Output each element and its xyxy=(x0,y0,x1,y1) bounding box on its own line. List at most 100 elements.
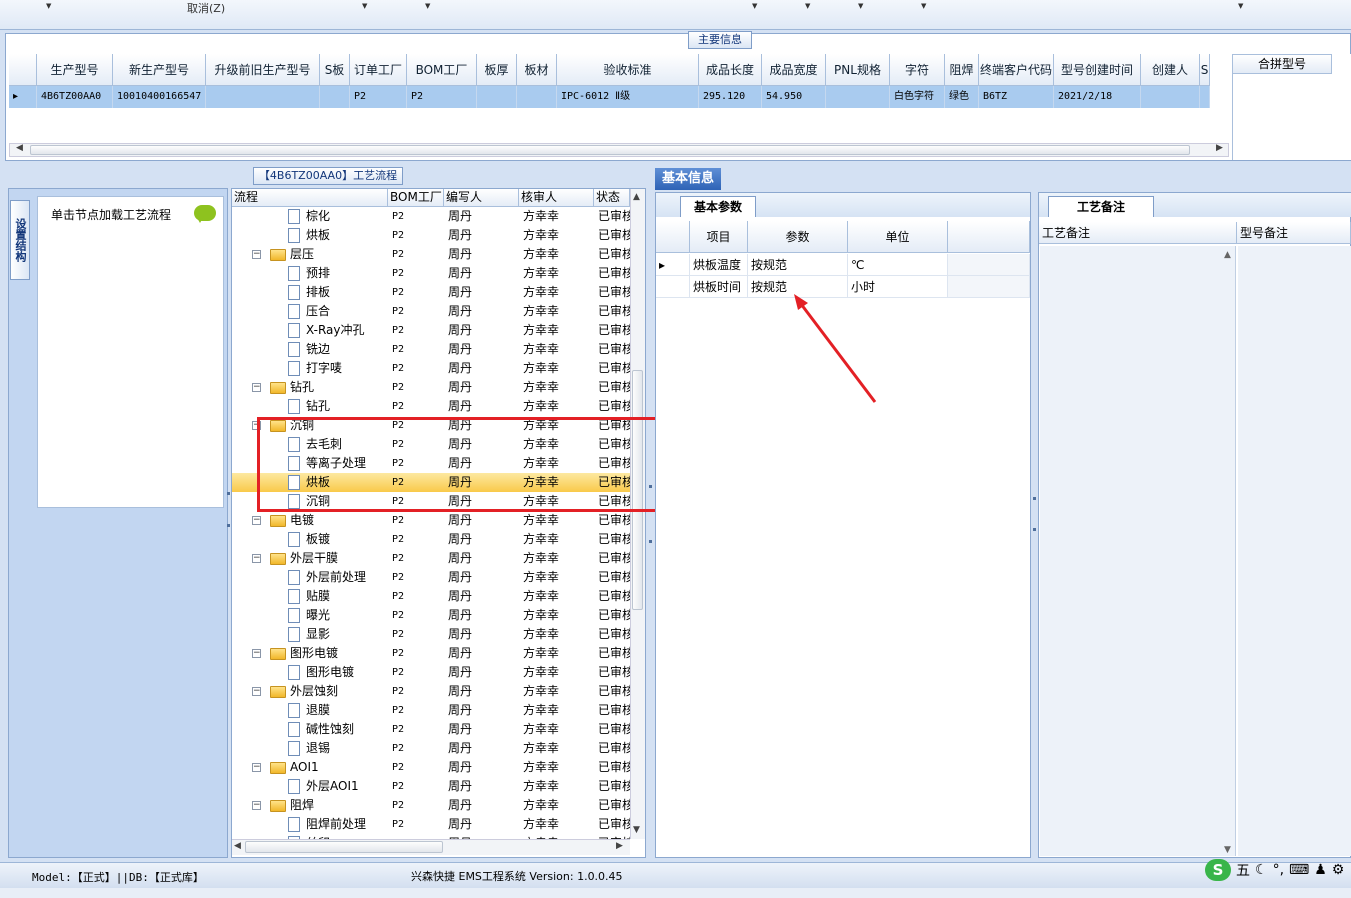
scroll-down-icon[interactable]: ▼ xyxy=(633,825,640,835)
process-tree-title[interactable]: 【4B6TZ00AA0】工艺流程 xyxy=(253,167,403,185)
params-cell-item[interactable]: 烘板温度 xyxy=(690,254,748,276)
dropdown-arrow-icon[interactable]: ▼ xyxy=(362,2,367,10)
collapse-icon[interactable]: − xyxy=(252,763,261,772)
tree-row[interactable]: − 图形电镀 P2 周丹 方幸幸 已审核 xyxy=(232,644,630,663)
scroll-right-icon[interactable]: ▶ xyxy=(1216,143,1223,153)
tree-row[interactable]: − 外层干膜 P2 周丹 方幸幸 已审核 xyxy=(232,549,630,568)
tree-col-header[interactable]: 流程 xyxy=(232,189,388,207)
main-info-tab[interactable]: 主要信息 xyxy=(688,31,752,49)
grid-col-header[interactable]: 板材 xyxy=(517,54,557,86)
tree-row[interactable]: 板镀 P2 周丹 方幸幸 已审核 xyxy=(232,530,630,549)
grid-cell[interactable]: 54.950 xyxy=(762,86,826,108)
grid-cell[interactable]: 白色字符 xyxy=(890,86,945,108)
model-notes-area[interactable] xyxy=(1238,246,1351,856)
scroll-up-icon[interactable]: ▲ xyxy=(1224,250,1231,260)
sogou-logo-icon[interactable]: S xyxy=(1205,859,1231,881)
params-cell-unit[interactable]: ℃ xyxy=(848,254,948,276)
grid-cell[interactable]: 295.120 xyxy=(699,86,762,108)
collapse-icon[interactable]: − xyxy=(252,687,261,696)
params-col-header[interactable]: 项目 xyxy=(690,221,748,253)
scroll-up-icon[interactable]: ▲ xyxy=(633,192,640,202)
collapse-icon[interactable]: − xyxy=(252,516,261,525)
collapse-icon[interactable]: − xyxy=(252,554,261,563)
grid-col-header[interactable]: 新生产型号 xyxy=(113,54,206,86)
tree-row[interactable]: − 钻孔 P2 周丹 方幸幸 已审核 xyxy=(232,378,630,397)
notes-col-header[interactable]: 型号备注 xyxy=(1237,222,1351,244)
grid-cell[interactable] xyxy=(1200,86,1210,108)
grid-cell[interactable] xyxy=(477,86,517,108)
params-col-header[interactable]: 参数 xyxy=(748,221,848,253)
tree-row[interactable]: 铣边 P2 周丹 方幸幸 已审核 xyxy=(232,340,630,359)
structure-tab[interactable]: 设置结构 xyxy=(10,200,30,280)
params-cell-param[interactable]: 按规范 xyxy=(748,254,848,276)
tree-row[interactable]: − 外层蚀刻 P2 周丹 方幸幸 已审核 xyxy=(232,682,630,701)
dropdown-arrow-icon[interactable]: ▼ xyxy=(46,2,51,10)
grid-col-header[interactable]: 终端客户代码 xyxy=(979,54,1054,86)
grid-cell[interactable] xyxy=(826,86,890,108)
splitter-grip[interactable] xyxy=(1033,528,1036,531)
ime-mode[interactable]: 五 xyxy=(1236,860,1250,880)
ime-toolbar[interactable]: S 五 ☾ °, ⌨ ♟ ⚙ xyxy=(1205,855,1351,885)
tree-row[interactable]: 压合 P2 周丹 方幸幸 已审核 xyxy=(232,302,630,321)
scroll-down-icon[interactable]: ▼ xyxy=(1224,845,1231,855)
process-notes-tab[interactable]: 工艺备注 xyxy=(1048,196,1154,217)
grid-col-header[interactable]: 验收标准 xyxy=(557,54,699,86)
grid-cell[interactable]: P2 xyxy=(407,86,477,108)
grid-col-header[interactable]: 生产型号 xyxy=(37,54,113,86)
grid-cell[interactable]: 绿色 xyxy=(945,86,979,108)
tree-row[interactable]: 退锡 P2 周丹 方幸幸 已审核 xyxy=(232,739,630,758)
settings-icon[interactable]: ⚙ xyxy=(1332,862,1345,878)
grid-cell[interactable]: 4B6TZ00AA0 xyxy=(37,86,113,108)
collapse-icon[interactable]: − xyxy=(252,801,261,810)
grid-col-header[interactable]: 创建人 xyxy=(1141,54,1200,86)
tree-row[interactable]: − AOI1 P2 周丹 方幸幸 已审核 xyxy=(232,758,630,777)
dropdown-arrow-icon[interactable]: ▼ xyxy=(921,2,926,10)
tree-row[interactable]: − 阻焊 P2 周丹 方幸幸 已审核 xyxy=(232,796,630,815)
tree-col-header[interactable]: 状态 xyxy=(594,189,630,207)
params-cell-item[interactable]: 烘板时间 xyxy=(690,276,748,298)
grid-col-header[interactable]: 订单工厂 xyxy=(350,54,407,86)
tree-row[interactable]: 外层前处理 P2 周丹 方幸幸 已审核 xyxy=(232,568,630,587)
grid-col-header[interactable]: S xyxy=(1200,54,1210,86)
tree-row[interactable]: − 电镀 P2 周丹 方幸幸 已审核 xyxy=(232,511,630,530)
grid-col-header[interactable]: 成品宽度 xyxy=(762,54,826,86)
grid-cell[interactable]: B6TZ xyxy=(979,86,1054,108)
tree-row[interactable]: 退膜 P2 周丹 方幸幸 已审核 xyxy=(232,701,630,720)
grid-cell[interactable] xyxy=(320,86,350,108)
splitter-grip[interactable] xyxy=(227,524,230,527)
grid-col-header[interactable]: BOM工厂 xyxy=(407,54,477,86)
keyboard-icon[interactable]: ⌨ xyxy=(1289,862,1309,878)
tree-row[interactable]: 碱性蚀刻 P2 周丹 方幸幸 已审核 xyxy=(232,720,630,739)
tree-row[interactable]: X-Ray冲孔 P2 周丹 方幸幸 已审核 xyxy=(232,321,630,340)
basic-params-tab[interactable]: 基本参数 xyxy=(680,196,756,217)
tree-row[interactable]: 打字唛 P2 周丹 方幸幸 已审核 xyxy=(232,359,630,378)
grid-cell[interactable]: IPC-6012 Ⅱ级 xyxy=(557,86,699,108)
moon-icon[interactable]: ☾ xyxy=(1255,862,1268,878)
tree-row[interactable]: 曝光 P2 周丹 方幸幸 已审核 xyxy=(232,606,630,625)
grid-cell[interactable] xyxy=(1141,86,1200,108)
tree-row[interactable]: 贴膜 P2 周丹 方幸幸 已审核 xyxy=(232,587,630,606)
main-grid-hscroll-thumb[interactable] xyxy=(30,145,1190,155)
splitter-grip[interactable] xyxy=(227,492,230,495)
grid-cell[interactable]: 10010400166547 xyxy=(113,86,206,108)
dropdown-arrow-icon[interactable]: ▼ xyxy=(805,2,810,10)
params-col-header[interactable]: 单位 xyxy=(848,221,948,253)
tree-row[interactable]: 排板 P2 周丹 方幸幸 已审核 xyxy=(232,283,630,302)
grid-col-header[interactable]: 型号创建时间 xyxy=(1054,54,1141,86)
grid-col-header[interactable]: S板 xyxy=(320,54,350,86)
tree-row[interactable]: 棕化 P2 周丹 方幸幸 已审核 xyxy=(232,207,630,226)
grid-cell[interactable] xyxy=(517,86,557,108)
dropdown-arrow-icon[interactable]: ▼ xyxy=(858,2,863,10)
params-row[interactable]: ▸ 烘板温度 按规范 ℃ xyxy=(656,254,1030,276)
punctuation-icon[interactable]: °, xyxy=(1273,862,1284,878)
process-notes-area[interactable] xyxy=(1040,246,1236,856)
main-grid-row[interactable]: ▸ 4B6TZ00AA0 10010400166547 P2 P2 IPC-6012 Ⅱ级… xyxy=(9,86,1210,108)
tree-col-header[interactable]: 编写人 xyxy=(444,189,519,207)
grid-col-header[interactable]: 板厚 xyxy=(477,54,517,86)
grid-col-header[interactable]: 成品长度 xyxy=(699,54,762,86)
tree-row[interactable]: 钻孔 P2 周丹 方幸幸 已审核 xyxy=(232,397,630,416)
tree-col-header[interactable]: 核审人 xyxy=(519,189,594,207)
notes-col-header[interactable]: 工艺备注 xyxy=(1039,222,1237,244)
tree-row[interactable]: 图形电镀 P2 周丹 方幸幸 已审核 xyxy=(232,663,630,682)
tree-row[interactable]: 烘板 P2 周丹 方幸幸 已审核 xyxy=(232,226,630,245)
